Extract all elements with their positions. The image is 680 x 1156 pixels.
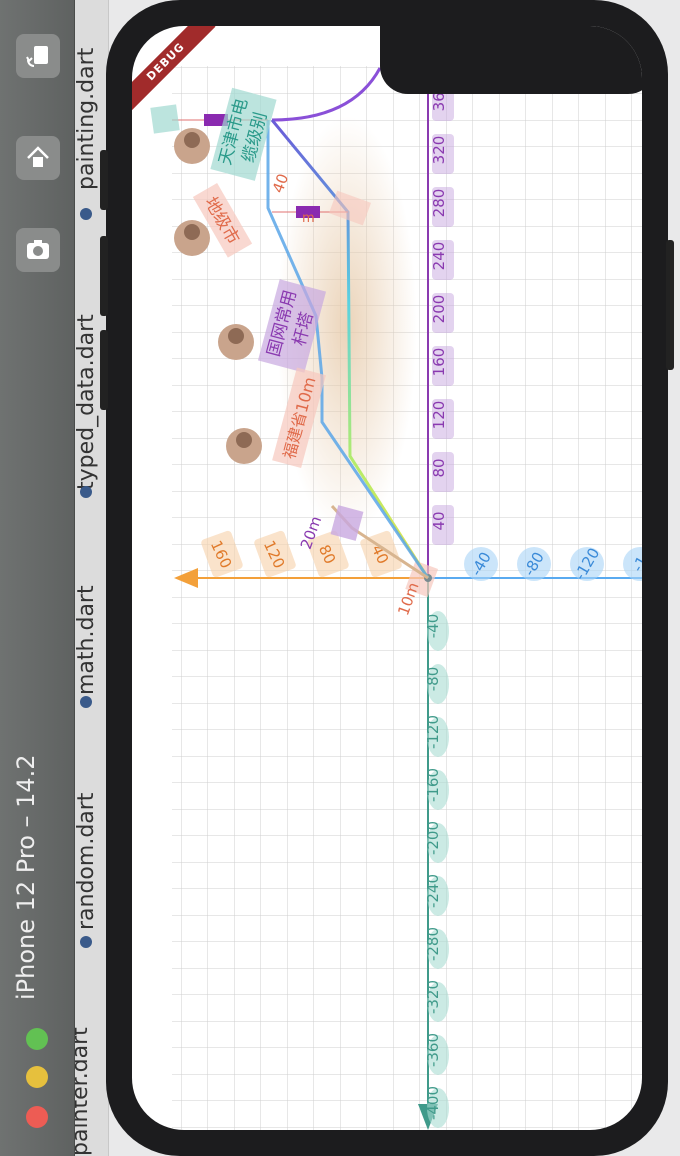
svg-text:160: 160 — [430, 348, 448, 377]
svg-text:320: 320 — [430, 136, 448, 165]
phone-notch — [380, 26, 642, 94]
marker-box — [150, 104, 180, 134]
svg-text:-200: -200 — [424, 821, 442, 855]
svg-text:-400: -400 — [424, 1086, 442, 1120]
svg-text:-160: -160 — [424, 768, 442, 802]
editor-tab-painting[interactable]: painting.dart — [74, 30, 99, 190]
label-m: m — [302, 211, 315, 226]
rotate-icon — [26, 46, 48, 67]
y-tick-label: 160 — [430, 346, 454, 386]
dart-file-icon — [80, 936, 92, 948]
svg-text:-240: -240 — [424, 874, 442, 908]
y-tick-label: 320 — [430, 134, 454, 174]
simulator-sidebar: iPhone 12 Pro – 14.2 — [0, 0, 75, 1156]
svg-text:-80: -80 — [424, 667, 442, 692]
svg-text:-120: -120 — [424, 715, 442, 749]
device-title: iPhone 12 Pro – 14.2 — [12, 754, 40, 1000]
svg-text:80: 80 — [430, 458, 448, 477]
avatar — [174, 128, 210, 164]
app-screen: 40801201602002402803203604 -40-80-120-16… — [132, 26, 642, 1130]
close-window-button[interactable] — [26, 1106, 48, 1128]
svg-text:200: 200 — [430, 295, 448, 324]
phone-side-button — [100, 236, 108, 316]
home-icon — [27, 146, 49, 167]
rotate-button[interactable] — [16, 34, 60, 78]
editor-tab-random[interactable]: random.dart — [74, 780, 99, 930]
y-tick-label: 80 — [430, 452, 454, 492]
y-tick-label: 120 — [430, 399, 454, 439]
dart-file-icon — [80, 696, 92, 708]
dart-file-icon — [80, 208, 92, 220]
camera-icon — [27, 240, 49, 259]
avatar — [174, 220, 210, 256]
phone-side-button — [100, 150, 108, 210]
y-tick-label: 280 — [430, 187, 454, 227]
svg-text:-40: -40 — [424, 614, 442, 639]
x-tick-label: -80 — [517, 547, 551, 581]
y-tick-label: 40 — [430, 505, 454, 545]
avatar — [226, 428, 262, 464]
phone-power-button — [666, 240, 674, 370]
editor-tab-typed-data[interactable]: typed_data.dart — [74, 300, 99, 490]
svg-text:240: 240 — [430, 242, 448, 271]
y-tick-label: 240 — [430, 240, 454, 280]
svg-text:120: 120 — [430, 401, 448, 430]
svg-text:280: 280 — [430, 189, 448, 218]
home-button[interactable] — [16, 136, 60, 180]
y-tick-label: 200 — [430, 293, 454, 333]
zoom-window-button[interactable] — [26, 1028, 48, 1050]
svg-text:-280: -280 — [424, 927, 442, 961]
dart-file-icon — [80, 486, 92, 498]
svg-text:-360: -360 — [424, 1033, 442, 1067]
x-tick-label: -40 — [464, 547, 498, 581]
minimize-window-button[interactable] — [26, 1066, 48, 1088]
svg-text:-320: -320 — [424, 980, 442, 1014]
svg-text:40: 40 — [430, 511, 448, 530]
editor-tab-math[interactable]: math.dart — [74, 565, 99, 695]
screenshot-button[interactable] — [16, 228, 60, 272]
chart-canvas: 40801201602002402803203604 -40-80-120-16… — [150, 28, 642, 1130]
avatar — [218, 324, 254, 360]
phone-side-button — [100, 330, 108, 410]
